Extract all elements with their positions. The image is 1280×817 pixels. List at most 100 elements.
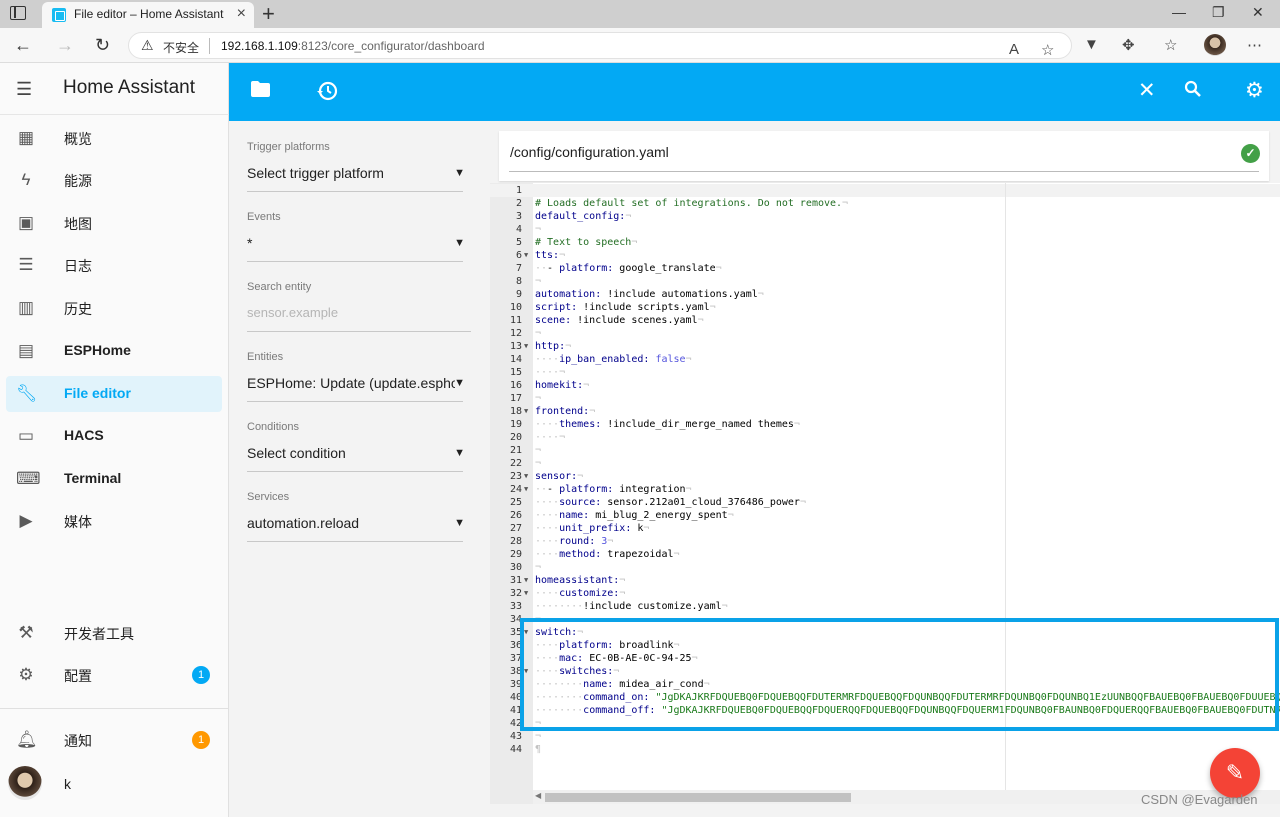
code-line: 5 # Text to speech¬ (515, 237, 638, 248)
sidebar-item-media[interactable]: ▶ 媒体 (6, 503, 222, 539)
edit-fab-button[interactable]: ✎ (1210, 748, 1260, 798)
code-line: 15 ····¬ (509, 367, 566, 378)
extensions-icon[interactable]: ✥ (1122, 36, 1135, 54)
menu-collapse-icon[interactable]: ☰ (16, 79, 32, 100)
tab-close-icon[interactable]: × (237, 5, 246, 23)
url-host: 192.168.1.109 (221, 39, 298, 53)
file-path-card: /config/configuration.yaml ✓ (499, 131, 1269, 181)
pencil-icon: ✎ (1225, 760, 1245, 785)
services-select[interactable]: Services automation.reload ▼ (247, 491, 471, 542)
field-label: Entities (247, 351, 284, 363)
chip-icon: ▤ (17, 341, 35, 360)
sidebar-item-logbook[interactable]: ☰ 日志 (6, 247, 222, 283)
trigger-platform-select[interactable]: Trigger platforms Select trigger platfor… (247, 141, 471, 192)
history-icon[interactable] (316, 80, 338, 107)
dropdown-arrow-icon: ▼ (454, 167, 465, 179)
field-underline (247, 401, 463, 402)
url-path: :8123/core_configurator/dashboard (297, 39, 485, 53)
folder-icon[interactable] (250, 80, 271, 103)
code-line: 29 ····method: trapezoidal¬ (509, 549, 680, 560)
code-line: 30 ¬ (509, 562, 542, 573)
media-icon: ▶ (19, 511, 33, 530)
entities-select[interactable]: Entities ESPHome: Update (update.esphome… (247, 351, 471, 402)
url-text: 192.168.1.109:8123/core_configurator/das… (221, 39, 485, 53)
terminal-icon: ⌨ (16, 469, 41, 488)
code-line: 27 ····unit_prefix: k¬ (509, 523, 650, 534)
minimize-icon[interactable]: — (1172, 4, 1186, 20)
field-label: Trigger platforms (247, 141, 330, 153)
warning-icon[interactable]: ⚠ (141, 37, 154, 54)
sidebar-item-history[interactable]: ▥ 历史 (6, 290, 222, 326)
events-select[interactable]: Events * ▼ (247, 211, 471, 262)
favorites-icon[interactable]: ☆ (1164, 36, 1177, 54)
extension-filter-icon[interactable]: ▼ (1084, 36, 1099, 53)
back-icon[interactable]: ← (14, 35, 32, 56)
file-path[interactable]: /config/configuration.yaml (510, 144, 669, 160)
field-underline (247, 331, 471, 332)
sidebar-item-developer-tools[interactable]: ⚒ 开发者工具 (6, 615, 222, 651)
window-close-icon[interactable]: ✕ (1252, 4, 1264, 21)
conditions-select[interactable]: Conditions Select condition ▼ (247, 421, 471, 472)
close-icon[interactable]: ✕ (1138, 80, 1156, 102)
scroll-left-icon[interactable]: ◀ (535, 791, 541, 800)
scrollbar-thumb[interactable] (545, 793, 851, 802)
code-line: 33 ········!include customize.yaml¬ (509, 601, 728, 612)
refresh-icon[interactable]: ↻ (95, 35, 110, 56)
browser-addressbar: ← → ↻ ⚠ 不安全 192.168.1.109:8123/core_conf… (0, 28, 1280, 63)
more-menu-icon[interactable]: ⋯ (1247, 36, 1262, 54)
sidebar-item-esphome[interactable]: ▤ ESPHome (6, 333, 222, 369)
field-value: ESPHome: Update (update.esphome (247, 375, 455, 391)
field-value: automation.reload (247, 515, 360, 531)
code-line: 10 script: !include scripts.yaml¬ (509, 302, 716, 313)
sidebar-item-label: 开发者工具 (64, 626, 134, 642)
sidebar-item-energy[interactable]: ϟ 能源 (6, 162, 222, 198)
code-line: 18 ▼ frontend:¬ (509, 406, 596, 417)
gear-icon: ⚙ (18, 665, 34, 684)
new-tab-icon[interactable]: + (262, 1, 275, 27)
sidebar-item-map[interactable]: ▣ 地图 (6, 205, 222, 241)
search-icon[interactable] (1184, 80, 1202, 103)
search-entity-input[interactable]: Search entity sensor.example (247, 281, 471, 332)
code-line: 44 ¶ (509, 744, 542, 755)
forward-icon[interactable]: → (56, 35, 74, 56)
sidebar-header: ☰ Home Assistant (0, 63, 229, 115)
dropdown-arrow-icon: ▼ (454, 517, 465, 529)
favorite-add-icon[interactable]: ☆ (1041, 41, 1054, 59)
code-line: 9 automation: !include automations.yaml¬ (515, 289, 764, 300)
user-avatar[interactable] (8, 766, 42, 800)
browser-tab[interactable]: File editor – Home Assistant × (42, 2, 254, 28)
dropdown-arrow-icon: ▼ (454, 447, 465, 459)
code-line: 28 ····round: 3¬ (509, 536, 614, 547)
tab-actions-icon[interactable] (10, 6, 26, 20)
code-line: 8 ¬ (515, 276, 542, 287)
field-label: Events (247, 211, 281, 223)
sidebar-item-hacs[interactable]: ▭ HACS (6, 418, 222, 454)
home-assistant-favicon (52, 8, 66, 22)
maximize-icon[interactable]: ❐ (1212, 4, 1225, 21)
field-label: Services (247, 491, 290, 503)
code-line: 2 # Loads default set of integrations. Do… (515, 198, 849, 209)
sidebar-title: Home Assistant (63, 77, 195, 98)
user-name[interactable]: k (64, 776, 71, 792)
sidebar-item-terminal[interactable]: ⌨ Terminal (6, 461, 222, 497)
read-aloud-icon[interactable]: A (1009, 41, 1019, 58)
code-line: 13 ▼ http:¬ (509, 341, 572, 352)
bell-icon: 🔔︎ (16, 730, 38, 749)
profile-avatar[interactable] (1204, 34, 1226, 56)
code-line: 16 homekit:¬ (509, 380, 590, 391)
sidebar-item-label: 历史 (64, 301, 92, 317)
sidebar-item-settings[interactable]: ⚙ 配置 1 (6, 657, 222, 693)
field-underline (247, 471, 463, 472)
sidebar-item-file-editor[interactable]: 🔧︎ File editor (6, 376, 222, 412)
sidebar-item-label: Terminal (64, 470, 122, 486)
sidebar-item-overview[interactable]: ▦ 概览 (6, 120, 222, 156)
sidebar-item-label: 通知 (64, 733, 92, 749)
url-field[interactable]: ⚠ 不安全 192.168.1.109:8123/core_configurat… (128, 32, 1072, 59)
hammer-icon: ⚒ (18, 623, 34, 642)
code-line: 23 ▼ sensor:¬ (509, 471, 584, 482)
code-line: 43 ¬ (509, 731, 542, 742)
field-value: Select condition (247, 445, 346, 461)
sidebar-item-notifications[interactable]: 🔔︎ 通知 1 (6, 722, 222, 758)
gear-icon[interactable]: ⚙ (1245, 80, 1264, 102)
dropdown-arrow-icon: ▼ (454, 377, 465, 389)
